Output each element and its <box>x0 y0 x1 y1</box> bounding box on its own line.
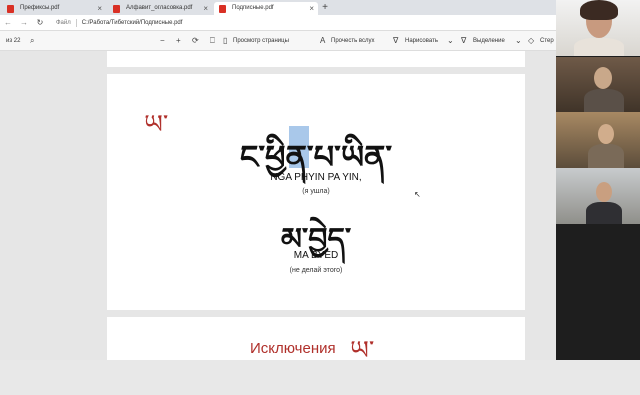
tab-subscribed[interactable]: Подписные.pdf × <box>214 2 318 15</box>
avatar <box>594 67 612 89</box>
chevron-down-icon[interactable]: ⌄ <box>515 31 522 51</box>
tab-alphabet[interactable]: Алфавит_огласовка.pdf × <box>108 2 212 15</box>
tab-prefixes[interactable]: Префиксы.pdf × <box>2 2 106 15</box>
shoulders <box>586 202 622 224</box>
hair <box>580 0 618 20</box>
participant-video[interactable] <box>556 0 640 56</box>
pdf-page-previous <box>107 51 525 67</box>
highlight-button[interactable]: Выделение <box>473 31 505 51</box>
video-call-panel <box>556 0 640 360</box>
translation-2: (не делай этого) <box>289 267 343 274</box>
read-aloud-button[interactable]: Прочесть вслух <box>331 31 374 51</box>
tibetan-letter: ཡ་ <box>350 336 375 366</box>
shoulders <box>574 38 624 56</box>
address-input[interactable]: C:/Работа/Тибетский/Подписные.pdf <box>82 20 183 26</box>
file-label: Файл <box>56 19 71 26</box>
tab-title: Префиксы.pdf <box>20 5 60 11</box>
new-tab-button[interactable]: + <box>318 2 332 15</box>
translation-1: (я ушла) <box>302 188 330 195</box>
participant-video[interactable] <box>556 168 640 224</box>
page-count: из 22 <box>6 38 21 44</box>
avatar <box>596 182 612 202</box>
tab-title: Подписные.pdf <box>232 5 274 11</box>
page-view-button[interactable]: Просмотр страницы <box>233 31 289 51</box>
avatar <box>598 124 614 144</box>
transliteration-1: NGA PHYIN PA YIN, <box>270 172 362 183</box>
forward-icon[interactable]: → <box>16 18 32 27</box>
back-icon[interactable]: ← <box>0 18 16 27</box>
shoulders <box>584 89 624 113</box>
pdf-icon <box>219 5 226 13</box>
close-icon[interactable]: × <box>203 2 208 15</box>
mouse-cursor-icon: ↖ <box>414 190 421 199</box>
pdf-icon <box>7 5 14 13</box>
participant-video[interactable] <box>556 112 640 168</box>
tab-title: Алфавит_огласовка.pdf <box>126 5 193 11</box>
pdf-page-current: ཡ་ ང་ཕྱིན་པ་ཡིན་ NGA PHYIN PA YIN, (я уш… <box>107 74 525 310</box>
erase-button[interactable]: Стер <box>540 31 554 51</box>
transliteration-2: MA BYED <box>293 250 339 261</box>
rotate-icon[interactable]: ⟳ <box>192 31 199 51</box>
reload-icon[interactable]: ↻ <box>32 18 48 27</box>
read-aloud-icon: A <box>320 36 326 45</box>
pdf-viewer[interactable]: ཡ་ ང་ཕྱིན་པ་ཡིན་ NGA PHYIN PA YIN, (я уш… <box>0 51 556 360</box>
page-view-icon: ▯ <box>223 36 228 45</box>
exceptions-heading: Исключения <box>250 340 336 357</box>
pdf-toolbar: из 22 ⌕ − + ⟳ ⎕ ▯ Просмотр страницы A Пр… <box>0 31 556 51</box>
search-icon[interactable]: ⌕ <box>30 31 34 51</box>
participant-video[interactable] <box>556 57 640 113</box>
tibetan-sentence-2: མ་བྱེད་ <box>280 222 352 257</box>
zoom-in-icon[interactable]: + <box>176 31 181 51</box>
close-icon[interactable]: × <box>97 2 102 15</box>
highlight-icon: ∇ <box>461 36 467 45</box>
tibetan-sentence-1: ང་ཕྱིན་པ་ཡིན་ <box>239 138 393 176</box>
tab-bar: Префиксы.pdf × Алфавит_огласовка.pdf × П… <box>0 0 556 15</box>
address-bar: ← → ↻ Файл C:/Работа/Тибетский/Подписные… <box>0 15 556 31</box>
divider <box>75 18 77 27</box>
zoom-out-icon[interactable]: − <box>160 31 165 51</box>
shoulders <box>588 144 624 168</box>
draw-button[interactable]: Нарисовать <box>405 31 438 51</box>
eraser-icon: ◇ <box>528 36 535 45</box>
draw-icon: ∇ <box>393 36 399 45</box>
close-icon[interactable]: × <box>309 2 314 15</box>
pdf-icon <box>113 5 120 13</box>
chevron-down-icon[interactable]: ⌄ <box>447 31 454 51</box>
fit-page-icon[interactable]: ⎕ <box>210 31 215 51</box>
